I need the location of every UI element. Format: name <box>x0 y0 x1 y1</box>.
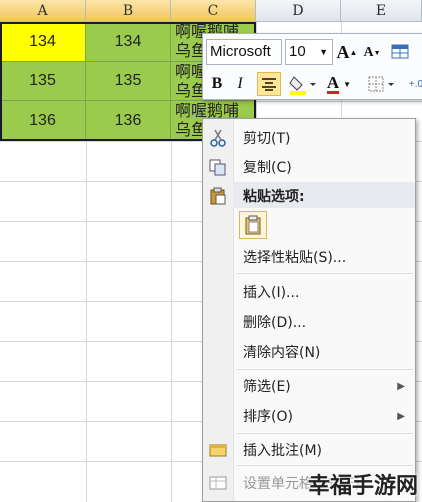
font-size-field[interactable]: 10 ▼ <box>285 39 333 65</box>
border-icon <box>368 76 394 92</box>
menu-separator <box>237 465 413 466</box>
format-cells-icon <box>209 474 227 492</box>
fill-bucket-icon <box>289 76 316 95</box>
menu-separator <box>237 433 413 434</box>
shrink-font-button[interactable]: A ▼ <box>363 43 381 63</box>
increase-decimal-icon[interactable]: +.0 <box>405 74 422 94</box>
clipboard-icon <box>209 187 227 205</box>
column-header-c[interactable]: C <box>171 0 256 22</box>
paste-button[interactable] <box>239 211 267 239</box>
menu-item-paste-special[interactable]: 选择性粘贴(S)... <box>203 243 415 271</box>
copy-icon <box>209 158 227 176</box>
gridline <box>86 141 87 502</box>
column-header-e[interactable]: E <box>341 0 422 22</box>
menu-label: 选择性粘贴(S)... <box>243 250 347 266</box>
menu-item-filter[interactable]: 筛选(E) ▶ <box>203 372 415 400</box>
italic-button[interactable]: I <box>231 72 249 96</box>
menu-label: 复制(C) <box>243 160 292 176</box>
grow-font-button[interactable]: A ▲ <box>336 41 358 63</box>
submenu-arrow-icon: ▶ <box>397 380 405 392</box>
bold-button[interactable]: B <box>207 72 227 96</box>
font-size-value: 10 <box>289 43 306 60</box>
menu-item-delete[interactable]: 删除(D)... <box>203 308 415 336</box>
column-header-d[interactable]: D <box>256 0 341 22</box>
menu-item-clear-contents[interactable]: 清除内容(N) <box>203 338 415 366</box>
watermark-text: 幸福手游网 <box>307 474 418 499</box>
menu-item-cut[interactable]: 剪切(T) <box>203 124 415 152</box>
paste-options-header: 粘贴选项: <box>233 182 415 208</box>
mini-toolbar: Microsoft 10 ▼ A ▲ A ▼ B I A ▼ +.0 <box>202 33 422 100</box>
menu-label: 插入(I)... <box>243 285 300 301</box>
font-color-icon: A <box>326 72 340 94</box>
center-align-button[interactable] <box>257 72 281 96</box>
menu-label: 筛选(E) <box>243 379 291 395</box>
column-header-b[interactable]: B <box>86 0 171 22</box>
menu-label: 剪切(T) <box>243 131 291 147</box>
column-header-a[interactable]: A <box>0 0 86 22</box>
paste-options-label: 粘贴选项: <box>243 189 305 205</box>
menu-item-copy[interactable]: 复制(C) <box>203 153 415 181</box>
paste-header-icon-slot <box>203 182 233 210</box>
context-menu: 剪切(T) 复制(C) 粘贴选项: 选择性粘贴(S)... 插入(I)... 删… <box>202 118 416 502</box>
menu-label: 排序(O) <box>243 409 293 425</box>
menu-label: 清除内容(N) <box>243 345 321 361</box>
submenu-arrow-icon: ▶ <box>397 410 405 422</box>
scissors-icon <box>209 129 227 147</box>
font-name-field[interactable]: Microsoft <box>206 39 282 65</box>
comment-icon <box>209 441 227 459</box>
table-style-icon <box>391 44 409 59</box>
chevron-down-icon: ▼ <box>319 47 328 57</box>
menu-item-insert-comment[interactable]: 插入批注(M) <box>203 436 415 464</box>
align-center-icon <box>262 78 276 91</box>
chevron-down-icon: ▼ <box>343 79 352 89</box>
grow-font-icon: A <box>336 41 350 62</box>
borders-button[interactable] <box>365 72 401 96</box>
menu-label: 插入批注(M) <box>243 443 323 459</box>
gridline <box>171 141 172 502</box>
menu-label: 删除(D)... <box>243 315 307 331</box>
shrink-font-icon: A <box>363 45 374 60</box>
format-painter-button[interactable] <box>389 41 413 63</box>
paste-clipboard-icon <box>245 215 261 235</box>
menu-separator <box>237 273 413 274</box>
fill-color-button[interactable] <box>287 72 317 96</box>
menu-separator <box>237 369 413 370</box>
menu-item-sort[interactable]: 排序(O) ▶ <box>203 402 415 430</box>
font-color-button[interactable]: A ▼ <box>323 72 355 96</box>
menu-item-insert[interactable]: 插入(I)... <box>203 278 415 306</box>
